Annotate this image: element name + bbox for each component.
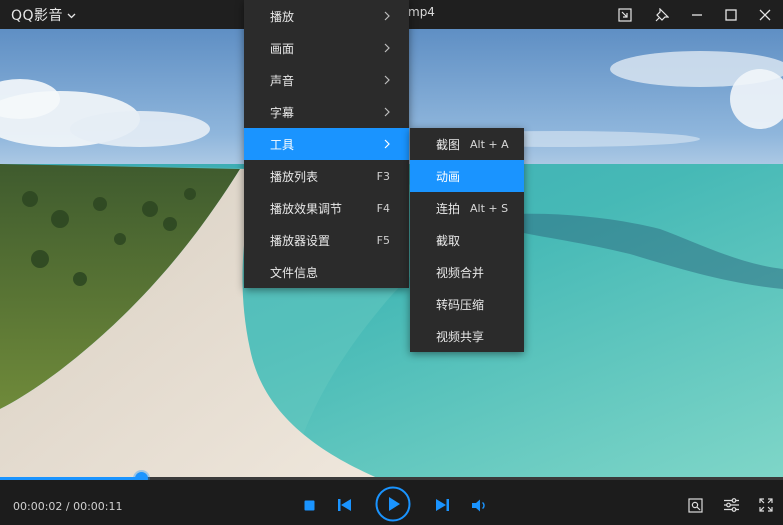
menu-item-settings[interactable]: 播放器设置 F5 xyxy=(244,224,409,256)
menu-item-label: 动画 xyxy=(436,169,461,184)
menu-item-shortcut: F4 xyxy=(376,201,390,215)
menu-item-shortcut: Alt + S xyxy=(470,201,509,215)
screenshot-tool-icon xyxy=(687,497,703,513)
mini-mode-icon xyxy=(618,7,632,22)
menu-item-label: 播放 xyxy=(270,9,295,24)
file-name: mp4 xyxy=(408,5,435,19)
pin-button[interactable] xyxy=(645,0,679,29)
minimize-icon xyxy=(692,13,702,16)
menu-item-label: 画面 xyxy=(270,41,295,56)
main-context-menu: 播放 画面 声音 字幕 工具 播放列表 F3 播放效果调节 F4 播放器设置 F… xyxy=(244,0,409,288)
menu-item-label: 播放效果调节 xyxy=(270,201,343,216)
menu-item-shortcut: F5 xyxy=(376,233,390,247)
submenu-item-merge[interactable]: 视频合并 xyxy=(410,256,524,288)
menu-item-label: 工具 xyxy=(270,137,295,152)
stop-button[interactable] xyxy=(298,494,320,516)
menu-item-file-info[interactable]: 文件信息 xyxy=(244,256,409,288)
submenu-item-share[interactable]: 视频共享 xyxy=(410,320,524,352)
menu-item-label: 连拍 xyxy=(436,201,461,216)
menu-item-label: 视频共享 xyxy=(436,329,485,344)
chevron-right-icon xyxy=(384,75,390,85)
close-button[interactable] xyxy=(748,0,782,29)
menu-item-label: 截图 xyxy=(436,137,461,152)
stop-icon xyxy=(304,500,314,510)
menu-item-picture[interactable]: 画面 xyxy=(244,32,409,64)
volume-icon xyxy=(472,499,485,511)
menu-item-sound[interactable]: 声音 xyxy=(244,64,409,96)
previous-button[interactable] xyxy=(333,494,355,516)
next-button[interactable] xyxy=(431,494,453,516)
menu-item-playlist[interactable]: 播放列表 F3 xyxy=(244,160,409,192)
mini-mode-button[interactable] xyxy=(608,0,642,29)
menu-item-subtitle[interactable]: 字幕 xyxy=(244,96,409,128)
menu-item-label: 截取 xyxy=(436,233,461,248)
volume-button[interactable] xyxy=(469,494,491,516)
close-icon xyxy=(759,9,771,20)
settings-button[interactable] xyxy=(720,494,742,516)
app-name: QQ影音 xyxy=(11,8,64,24)
menu-item-play[interactable]: 播放 xyxy=(244,0,409,32)
next-icon xyxy=(435,499,449,511)
menu-item-effects[interactable]: 播放效果调节 F4 xyxy=(244,192,409,224)
chevron-down-icon xyxy=(67,13,76,18)
menu-item-tools[interactable]: 工具 xyxy=(244,128,409,160)
chevron-right-icon xyxy=(384,139,390,149)
menu-item-label: 转码压缩 xyxy=(436,297,485,312)
chevron-right-icon xyxy=(384,43,390,53)
settings-sliders-icon xyxy=(723,498,739,512)
play-icon xyxy=(375,486,411,522)
menu-item-shortcut: F3 xyxy=(376,169,390,183)
menu-item-shortcut: Alt + A xyxy=(470,137,509,151)
chevron-right-icon xyxy=(384,107,390,117)
fullscreen-button[interactable] xyxy=(755,494,777,516)
maximize-icon xyxy=(725,8,737,21)
tools-submenu: 截图 Alt + A 动画 连拍 Alt + S 截取 视频合并 转码压缩 视频… xyxy=(410,128,524,352)
submenu-item-burst[interactable]: 连拍 Alt + S xyxy=(410,192,524,224)
pin-icon xyxy=(655,7,669,21)
submenu-item-animation[interactable]: 动画 xyxy=(410,160,524,192)
menu-item-label: 声音 xyxy=(270,73,295,88)
submenu-item-transcode[interactable]: 转码压缩 xyxy=(410,288,524,320)
menu-item-label: 播放列表 xyxy=(270,169,319,184)
submenu-item-screenshot[interactable]: 截图 Alt + A xyxy=(410,128,524,160)
menu-item-label: 字幕 xyxy=(270,105,295,120)
chevron-right-icon xyxy=(384,11,390,21)
app-menu-button[interactable]: QQ影音 xyxy=(11,5,76,25)
submenu-item-clip[interactable]: 截取 xyxy=(410,224,524,256)
play-button[interactable] xyxy=(375,486,411,522)
time-display: 00:00:02 / 00:00:11 xyxy=(13,500,123,513)
menu-item-label: 文件信息 xyxy=(270,265,319,280)
screenshot-tool-button[interactable] xyxy=(684,494,706,516)
menu-item-label: 视频合并 xyxy=(436,265,485,280)
previous-icon xyxy=(337,499,351,511)
control-bar: 00:00:02 / 00:00:11 xyxy=(0,480,783,525)
menu-item-label: 播放器设置 xyxy=(270,233,331,248)
minimize-button[interactable] xyxy=(680,0,714,29)
fullscreen-icon xyxy=(759,498,773,512)
maximize-button[interactable] xyxy=(714,0,748,29)
